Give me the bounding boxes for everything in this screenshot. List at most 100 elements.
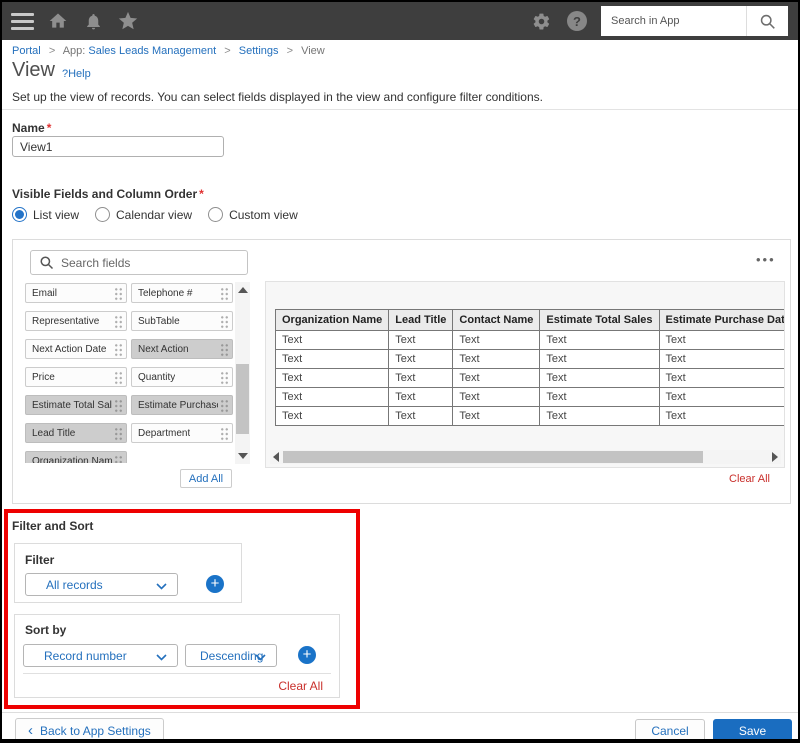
settings-gear-icon[interactable] bbox=[530, 10, 552, 32]
table-cell: Text bbox=[539, 330, 660, 350]
breadcrumb: Portal > App: Sales Leads Management > S… bbox=[12, 45, 325, 57]
field-chip[interactable]: Estimate Total Sales bbox=[25, 395, 127, 415]
field-chip[interactable]: Telephone # bbox=[131, 283, 233, 303]
field-chip[interactable]: Quantity bbox=[131, 367, 233, 387]
scroll-left-arrow-icon[interactable] bbox=[273, 452, 279, 462]
radio-button-icon[interactable] bbox=[95, 207, 111, 222]
table-row: Text Text Text Text Text bbox=[274, 387, 784, 407]
breadcrumb-separator: > bbox=[224, 45, 231, 57]
drag-handle-icon[interactable] bbox=[114, 371, 123, 385]
chevron-down-icon bbox=[255, 654, 266, 661]
table-cell: Text bbox=[539, 387, 660, 407]
drag-handle-icon[interactable] bbox=[114, 427, 123, 441]
back-to-app-settings-button[interactable]: ‹ Back to App Settings bbox=[15, 718, 164, 739]
field-chip[interactable]: Next Action bbox=[131, 339, 233, 359]
scrollbar-thumb[interactable] bbox=[283, 451, 703, 463]
add-sort-button[interactable]: + bbox=[298, 646, 316, 664]
table-cell: Text bbox=[539, 349, 660, 369]
table-row: Text Text Text Text Text bbox=[274, 368, 784, 388]
field-chip[interactable]: Next Action Date bbox=[25, 339, 127, 359]
breadcrumb-link-app[interactable]: Sales Leads Management bbox=[88, 45, 216, 57]
save-button[interactable]: Save bbox=[713, 719, 792, 739]
breadcrumb-link-settings[interactable]: Settings bbox=[239, 45, 279, 57]
page-description: Set up the view of records. You can sele… bbox=[12, 90, 543, 104]
sort-field-dropdown[interactable]: Record number bbox=[23, 644, 178, 667]
drag-handle-icon[interactable] bbox=[114, 343, 123, 357]
breadcrumb-link-portal[interactable]: Portal bbox=[12, 45, 41, 57]
field-chip[interactable]: Department bbox=[131, 423, 233, 443]
sort-order-dropdown[interactable]: Descending bbox=[185, 644, 277, 667]
filter-dropdown[interactable]: All records bbox=[25, 573, 178, 596]
search-button[interactable] bbox=[746, 6, 788, 36]
radio-button-icon[interactable] bbox=[12, 207, 27, 222]
help-icon[interactable]: ? bbox=[567, 11, 587, 31]
field-chip[interactable]: Email bbox=[25, 283, 127, 303]
table-cell: Text bbox=[452, 368, 541, 388]
drag-handle-icon[interactable] bbox=[220, 343, 229, 357]
radio-calendar-view[interactable]: Calendar view bbox=[95, 207, 192, 222]
required-asterisk: * bbox=[199, 187, 204, 201]
chevron-down-icon bbox=[156, 654, 167, 661]
table-cell: Text bbox=[452, 330, 541, 350]
preview-table: Organization Name Lead Title Contact Name E… bbox=[274, 309, 784, 426]
add-filter-button[interactable]: + bbox=[206, 575, 224, 593]
radio-list-view[interactable]: List view bbox=[12, 207, 79, 222]
drag-handle-icon[interactable] bbox=[114, 399, 123, 413]
drag-handle-icon[interactable] bbox=[220, 315, 229, 329]
scroll-up-arrow-icon[interactable] bbox=[238, 287, 248, 293]
drag-handle-icon[interactable] bbox=[220, 371, 229, 385]
search-fields-box bbox=[30, 250, 248, 275]
field-chip[interactable]: Lead Title bbox=[25, 423, 127, 443]
breadcrumb-separator: > bbox=[286, 45, 294, 57]
field-chip[interactable]: Organization Name bbox=[25, 451, 127, 463]
view-name-input[interactable] bbox=[12, 136, 224, 157]
field-chip[interactable]: Price bbox=[25, 367, 127, 387]
scrollbar-thumb[interactable] bbox=[236, 364, 249, 434]
drag-handle-icon[interactable] bbox=[220, 399, 229, 413]
more-options-icon[interactable]: ••• bbox=[756, 252, 776, 267]
favorites-star-icon[interactable] bbox=[117, 10, 139, 32]
table-cell: Text bbox=[539, 368, 660, 388]
drag-handle-icon[interactable] bbox=[220, 287, 229, 301]
chevron-down-icon bbox=[156, 583, 167, 590]
view-settings-page: ? Portal > App: Sales Leads Management >… bbox=[0, 0, 800, 743]
scroll-right-arrow-icon[interactable] bbox=[772, 452, 778, 462]
drag-handle-icon[interactable] bbox=[114, 315, 123, 329]
radio-custom-view[interactable]: Custom view bbox=[208, 207, 298, 222]
add-all-button[interactable]: Add All bbox=[180, 469, 232, 488]
drag-handle-icon[interactable] bbox=[114, 287, 123, 301]
required-asterisk: * bbox=[46, 121, 52, 135]
scroll-down-arrow-icon[interactable] bbox=[238, 453, 248, 459]
column-header: Organization Name bbox=[274, 309, 390, 331]
table-cell: Text bbox=[658, 330, 784, 350]
table-cell: Text bbox=[452, 406, 541, 426]
menu-icon[interactable] bbox=[11, 12, 34, 30]
home-icon[interactable] bbox=[47, 10, 69, 32]
help-link[interactable]: ?Help bbox=[62, 68, 91, 80]
breadcrumb-app-prefix: App: bbox=[62, 45, 89, 57]
search-input[interactable] bbox=[601, 6, 746, 36]
table-row: Text Text Text Text Text bbox=[274, 349, 784, 369]
field-chip[interactable]: SubTable bbox=[131, 311, 233, 331]
notifications-bell-icon[interactable] bbox=[82, 10, 104, 32]
sort-by-label: Sort by bbox=[25, 623, 67, 637]
clear-all-fields-link[interactable]: Clear All bbox=[729, 473, 770, 485]
table-cell: Text bbox=[274, 330, 390, 350]
column-header: Contact Name bbox=[452, 309, 541, 331]
drag-handle-icon[interactable] bbox=[220, 427, 229, 441]
column-header: Estimate Purchase Date bbox=[658, 309, 784, 331]
field-chip[interactable]: Estimate Purchase D... bbox=[131, 395, 233, 415]
breadcrumb-current: View bbox=[301, 45, 325, 57]
preview-table-body: Text Text Text Text Text Text Text Text Text Text… bbox=[274, 330, 784, 426]
field-chip[interactable]: Representative bbox=[25, 311, 127, 331]
app-searchbox bbox=[601, 6, 788, 36]
fields-vertical-scrollbar[interactable] bbox=[235, 282, 250, 464]
table-cell: Text bbox=[452, 387, 541, 407]
radio-button-icon[interactable] bbox=[208, 207, 224, 222]
preview-horizontal-scrollbar[interactable] bbox=[270, 450, 781, 464]
cancel-button[interactable]: Cancel bbox=[635, 719, 705, 739]
search-fields-input[interactable] bbox=[61, 255, 247, 270]
filter-box: Filter All records + bbox=[14, 543, 242, 603]
clear-all-sort-link[interactable]: Clear All bbox=[278, 679, 323, 693]
drag-handle-icon[interactable] bbox=[114, 455, 123, 463]
